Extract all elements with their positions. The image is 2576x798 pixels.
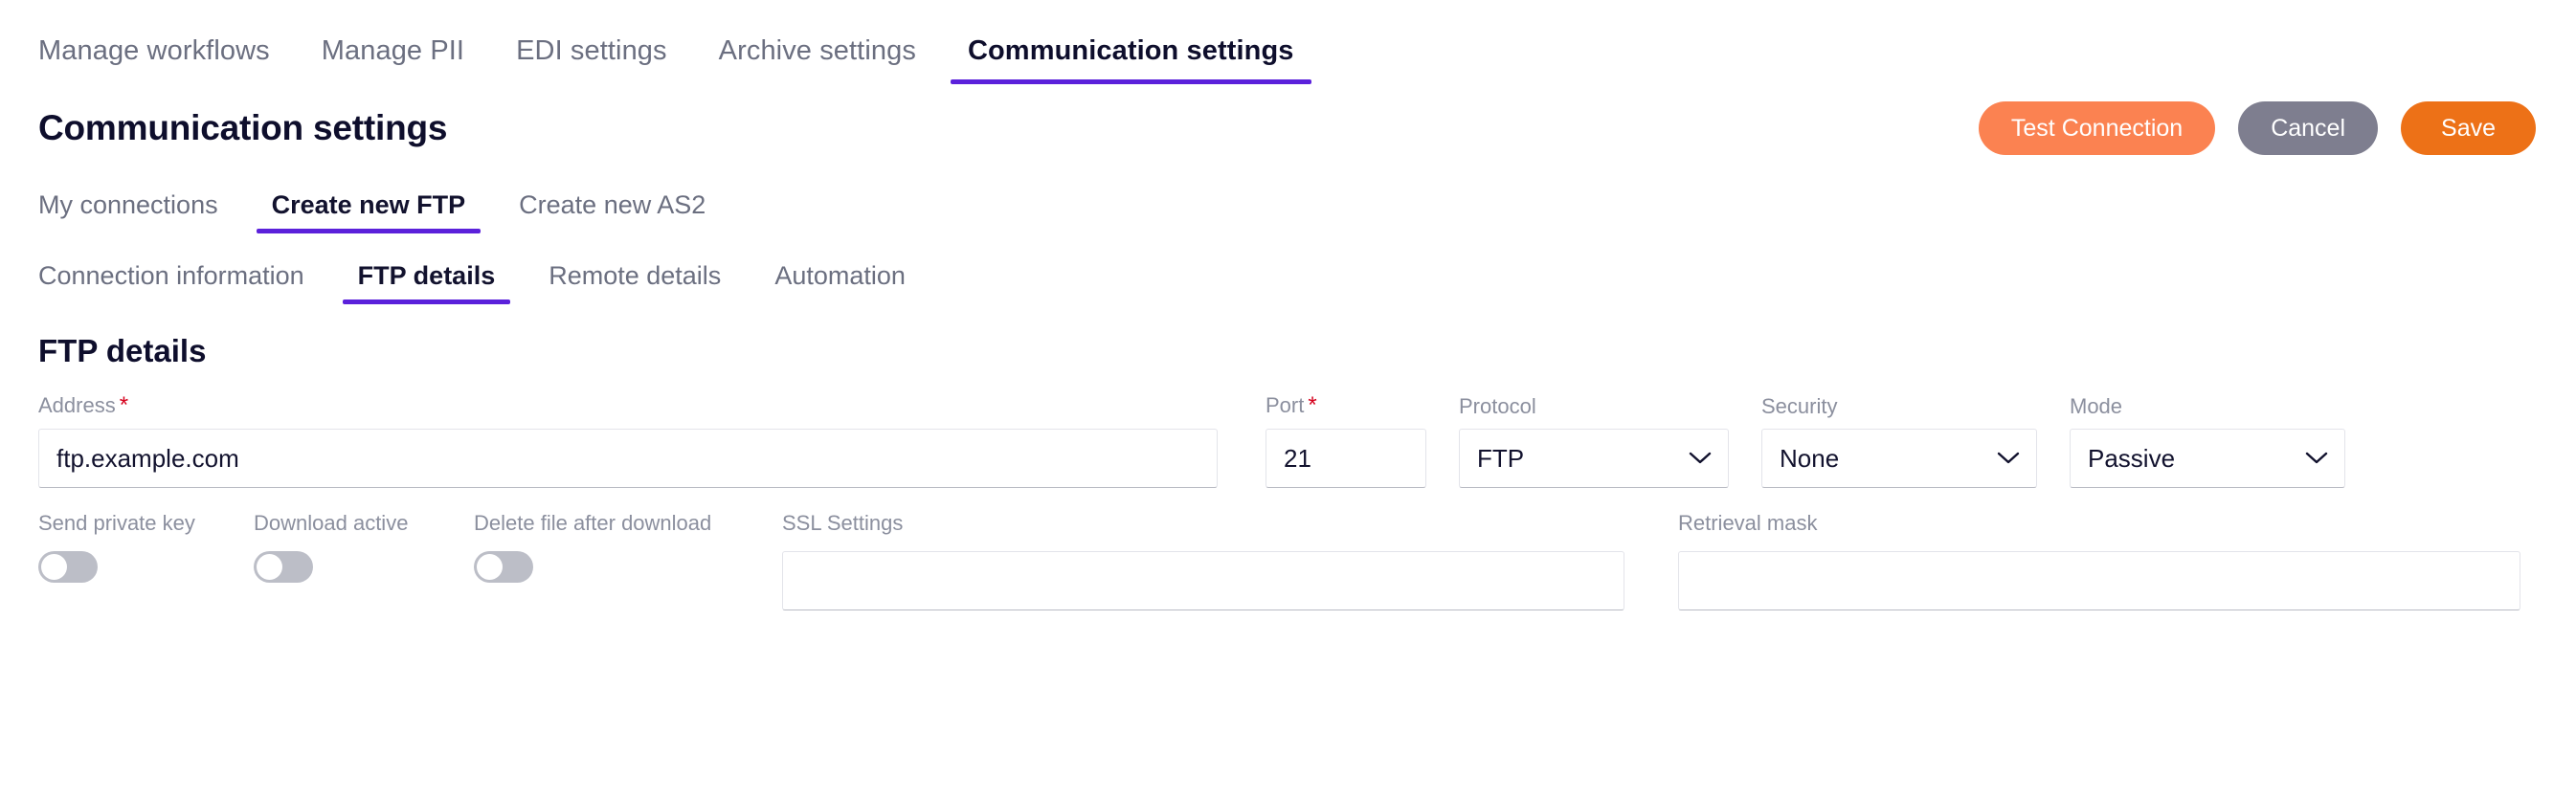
save-button[interactable]: Save [2401,101,2536,155]
required-asterisk: * [1308,392,1317,418]
tab-edi-settings[interactable]: EDI settings [516,35,667,84]
toggle-knob [257,554,282,580]
protocol-selected-value: FTP [1477,443,1525,473]
address-label-text: Address [38,393,116,417]
toggle-knob [41,554,67,580]
port-field-group: Port * [1266,394,1426,488]
send-private-key-group: Send private key [38,513,254,583]
required-asterisk: * [119,392,129,418]
tab-label: Connection information [38,261,304,290]
download-active-group: Download active [254,513,474,583]
header-actions: Test Connection Cancel Save [1978,101,2536,155]
tab-label: Remote details [549,261,722,290]
tab-label: Communication settings [967,35,1294,66]
mode-selected-value: Passive [2088,443,2176,473]
ssl-settings-group: SSL Settings [782,513,1624,610]
section-heading: FTP details [38,333,207,368]
security-field-group: Security None [1761,396,2037,488]
tab-create-new-as2[interactable]: Create new AS2 [519,190,706,233]
protocol-field-group: Protocol FTP [1459,396,1729,488]
tab-manage-pii[interactable]: Manage PII [322,35,464,84]
tab-ftp-details[interactable]: FTP details [342,261,510,304]
security-select-wrap: None [1761,429,2037,488]
tab-label: FTP details [357,261,496,290]
retrieval-mask-label: Retrieval mask [1678,511,1818,535]
tab-label: Manage PII [321,35,465,66]
protocol-select-wrap: FTP [1459,429,1729,488]
tab-label: Create new AS2 [519,190,706,219]
download-active-label: Download active [254,511,409,535]
tab-create-new-ftp[interactable]: Create new FTP [256,190,481,233]
send-private-key-label: Send private key [38,511,195,535]
tab-label: EDI settings [516,35,667,66]
tab-label: My connections [38,190,218,219]
mode-label: Mode [2070,394,2123,418]
security-selected-value: None [1780,443,1840,473]
delete-after-download-toggle[interactable] [474,551,533,583]
security-label: Security [1761,394,1838,418]
address-field-group: Address * [38,394,1218,488]
download-active-toggle[interactable] [254,551,313,583]
cancel-button[interactable]: Cancel [2238,101,2379,155]
port-input[interactable] [1266,429,1426,488]
tab-automation[interactable]: Automation [774,261,906,304]
ssl-settings-input[interactable] [782,551,1624,610]
connection-type-tabs: My connections Create new FTP Create new… [0,180,2576,233]
primary-nav-tabs: Manage workflows Manage PII EDI settings… [0,0,2576,84]
test-connection-button[interactable]: Test Connection [1978,101,2216,155]
retrieval-mask-input[interactable] [1678,551,2520,610]
address-input[interactable] [38,429,1218,488]
ftp-section-tabs: Connection information FTP details Remot… [0,251,2576,304]
port-label-text: Port [1266,393,1305,417]
tab-manage-workflows[interactable]: Manage workflows [38,35,270,84]
page-title: Communication settings [38,108,448,147]
mode-select[interactable]: Passive [2070,429,2345,488]
mode-field-group: Mode Passive [2070,396,2345,488]
delete-after-download-group: Delete file after download [474,513,782,583]
tab-communication-settings[interactable]: Communication settings [950,35,1311,84]
page-header: Communication settings Test Connection C… [0,84,2576,155]
tab-my-connections[interactable]: My connections [38,190,218,233]
ftp-details-row-1: Address* Port* Protocol FTP Security Non… [0,394,2576,488]
protocol-select[interactable]: FTP [1459,429,1729,488]
protocol-label: Protocol [1459,394,1536,418]
tab-label: Create new FTP [271,190,466,219]
tab-connection-information[interactable]: Connection information [38,261,304,304]
security-select[interactable]: None [1761,429,2037,488]
toggle-knob [477,554,503,580]
tab-label: Automation [774,261,906,290]
delete-after-download-label: Delete file after download [474,511,712,535]
tab-remote-details[interactable]: Remote details [549,261,721,304]
tab-archive-settings[interactable]: Archive settings [719,35,916,84]
port-label: Port * [1266,394,1426,417]
send-private-key-toggle[interactable] [38,551,98,583]
mode-select-wrap: Passive [2070,429,2345,488]
ssl-settings-label: SSL Settings [782,511,904,535]
address-label: Address * [38,394,1218,417]
tab-label: Archive settings [718,35,916,66]
tab-label: Manage workflows [38,35,270,66]
retrieval-mask-group: Retrieval mask [1678,513,2520,610]
ftp-details-row-2: Send private key Download active Delete … [0,513,2576,610]
